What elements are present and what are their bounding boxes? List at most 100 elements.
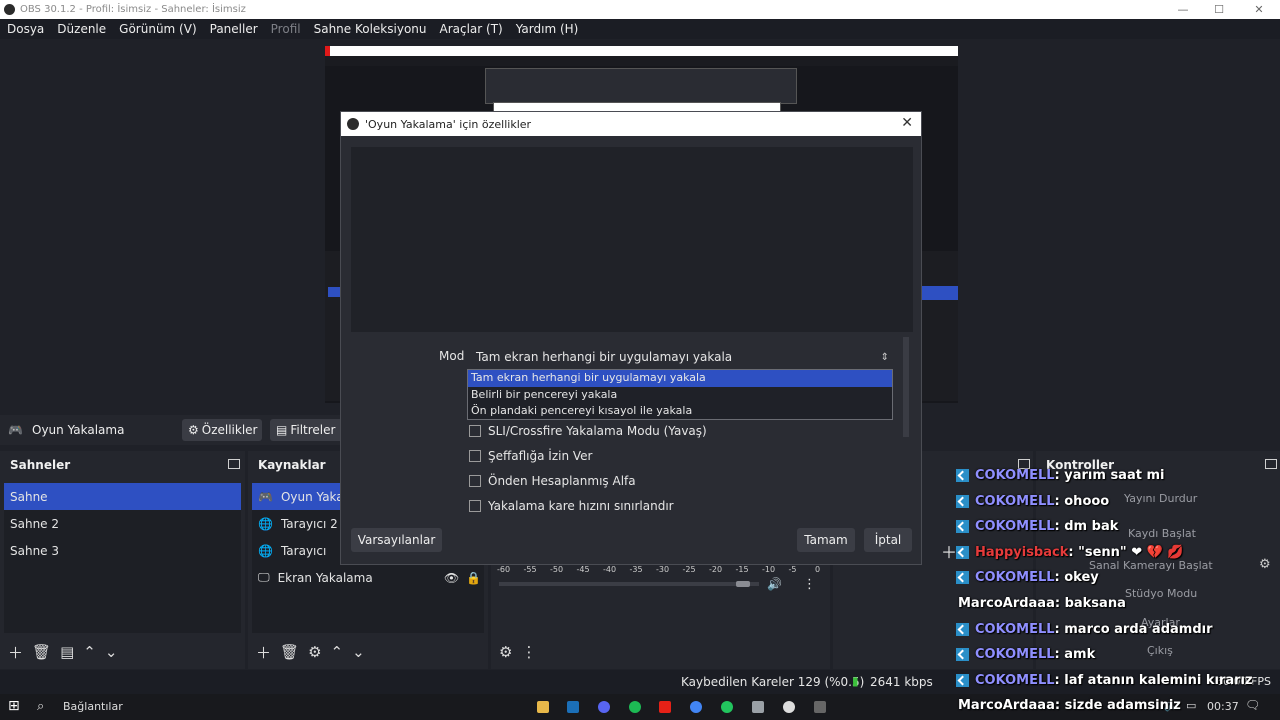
scene-item[interactable]: Sahne 2 xyxy=(4,510,241,537)
source-toolbar: 🎮 Oyun Yakalama ⚙ Özellikler ▤ Filtreler xyxy=(0,415,345,445)
menu-help[interactable]: Yardım (H) xyxy=(516,22,579,36)
checkbox-box[interactable] xyxy=(469,425,481,437)
add-icon[interactable]: ＋ xyxy=(8,642,23,663)
menu-docks[interactable]: Paneller xyxy=(210,22,258,36)
menu-edit[interactable]: Düzenle xyxy=(57,22,106,36)
minimize-button[interactable]: — xyxy=(1164,0,1202,19)
checkbox-label: Önden Hesaplanmış Alfa xyxy=(488,474,636,488)
lock-icon[interactable]: 🔒 xyxy=(466,571,481,585)
defaults-button[interactable]: Varsayılanlar xyxy=(351,528,442,552)
search-icon[interactable]: ⌕ xyxy=(37,699,44,714)
filter-icon[interactable]: ▤ xyxy=(60,643,74,661)
cancel-button[interactable]: İptal xyxy=(864,528,912,552)
title-bar: OBS 30.1.2 - Profil: İsimsiz - Sahneler:… xyxy=(0,0,1280,19)
close-icon[interactable]: ✕ xyxy=(901,115,913,131)
twitch-badge-icon xyxy=(956,545,969,559)
obs-logo-icon xyxy=(347,118,359,130)
chat-text: : yarım saat mi xyxy=(1054,468,1165,483)
premultiplied-alpha-checkbox[interactable]: Önden Hesaplanmış Alfa xyxy=(469,474,636,488)
chat-text: : sizde adamsiniz xyxy=(1054,698,1181,714)
ok-button[interactable]: Tamam xyxy=(797,528,855,552)
app-icon[interactable] xyxy=(814,701,826,713)
maximize-button[interactable]: ☐ xyxy=(1200,0,1238,19)
source-label: Tarayıcı xyxy=(280,543,327,558)
checkbox-box[interactable] xyxy=(469,475,481,487)
filters-label: Filtreler xyxy=(290,423,336,437)
dropped-frames: Kaybedilen Kareler 129 (%0.5) xyxy=(681,675,865,689)
menu-view[interactable]: Görünüm (V) xyxy=(119,22,196,36)
more-icon[interactable]: ⋮ xyxy=(521,643,536,661)
mode-dropdown-list: Tam ekran herhangi bir uygulamayı yakala… xyxy=(467,369,893,420)
spotify-icon[interactable] xyxy=(629,701,641,713)
mixer-tick-label: -35 xyxy=(629,565,643,574)
window-title: OBS 30.1.2 - Profil: İsimsiz - Sahneler:… xyxy=(20,4,246,15)
steam-icon[interactable] xyxy=(567,701,579,713)
scenes-list: Sahne Sahne 2 Sahne 3 xyxy=(4,483,241,633)
twitch-badge-icon xyxy=(956,571,969,585)
obs-taskbar-icon[interactable] xyxy=(783,701,795,713)
mode-option[interactable]: Tam ekran herhangi bir uygulamayı yakala xyxy=(468,370,892,387)
gear-icon[interactable]: ⚙ xyxy=(308,643,321,661)
chat-message: COKOMELL : yarım saat mi xyxy=(956,468,1164,483)
volume-slider[interactable] xyxy=(499,582,759,586)
mode-option[interactable]: Belirli bir pencereyi yakala xyxy=(468,387,892,404)
mode-option[interactable]: Ön plandaki pencereyi kısayol ile yakala xyxy=(468,403,892,420)
add-icon[interactable]: ＋ xyxy=(256,642,271,663)
discord-icon[interactable] xyxy=(598,701,610,713)
checkbox-box[interactable] xyxy=(469,500,481,512)
checkbox-box[interactable] xyxy=(469,450,481,462)
more-icon[interactable]: ⋮ xyxy=(803,577,816,592)
properties-button[interactable]: ⚙ Özellikler xyxy=(182,419,262,441)
chat-text: : baksana xyxy=(1054,596,1126,611)
mixer-tick-label: -20 xyxy=(709,565,723,574)
app-icon[interactable] xyxy=(721,701,733,713)
twitch-badge-icon xyxy=(956,520,969,534)
menu-scene-collection[interactable]: Sahne Koleksiyonu xyxy=(314,22,427,36)
youtube-icon[interactable] xyxy=(659,701,671,713)
chat-message: MarcoArdaaa : baksana xyxy=(958,596,1126,611)
gear-icon: ⚙ xyxy=(188,423,199,437)
eye-icon[interactable]: 👁 xyxy=(444,571,459,585)
mode-label: Mod xyxy=(439,349,465,363)
mode-select[interactable]: Tam ekran herhangi bir uygulamayı yakala… xyxy=(469,345,895,369)
trash-icon[interactable]: 🗑 xyxy=(32,643,51,661)
mixer-tick-label: -30 xyxy=(656,565,670,574)
monitor-icon: 🖵 xyxy=(258,570,270,584)
sli-crossfire-checkbox[interactable]: SLI/Crossfire Yakalama Modu (Yavaş) xyxy=(469,424,707,438)
folder-icon[interactable] xyxy=(537,701,549,713)
speaker-icon[interactable]: 🔊 xyxy=(767,577,782,591)
chat-username: COKOMELL xyxy=(975,672,1055,688)
chat-username: COKOMELL xyxy=(975,493,1055,509)
scene-item[interactable]: Sahne xyxy=(4,483,241,510)
close-button[interactable]: ✕ xyxy=(1240,0,1278,19)
scrollbar[interactable] xyxy=(903,337,909,437)
up-arrow-icon[interactable]: ⌃ xyxy=(331,643,344,661)
float-icon[interactable] xyxy=(228,459,240,469)
globe-icon: 🌐 xyxy=(258,516,273,531)
app-icon[interactable] xyxy=(752,701,764,713)
mixer-tick-label: -50 xyxy=(550,565,564,574)
mixer-tick-label: -15 xyxy=(735,565,749,574)
chat-message: MarcoArdaaa : sizde adamsiniz xyxy=(958,698,1181,713)
filters-button[interactable]: ▤ Filtreler xyxy=(270,419,345,441)
twitch-badge-icon xyxy=(956,622,969,636)
taskbar-search-label[interactable]: Bağlantılar xyxy=(63,700,123,713)
down-arrow-icon[interactable]: ⌄ xyxy=(352,643,365,661)
up-arrow-icon[interactable]: ⌃ xyxy=(83,643,96,661)
limit-capture-framerate-checkbox[interactable]: Yakalama kare hızını sınırlandır xyxy=(469,499,674,513)
down-arrow-icon[interactable]: ⌄ xyxy=(105,643,118,661)
menu-profile[interactable]: Profil xyxy=(271,22,301,36)
windows-start-icon[interactable]: ⊞ xyxy=(8,698,20,714)
menu-file[interactable]: Dosya xyxy=(7,22,44,36)
trash-icon[interactable]: 🗑 xyxy=(280,643,299,661)
menu-tools[interactable]: Araçlar (T) xyxy=(440,22,503,36)
scene-item[interactable]: Sahne 3 xyxy=(4,537,241,564)
nested-window xyxy=(485,68,797,104)
allow-transparency-checkbox[interactable]: Şeffaflığa İzin Ver xyxy=(469,449,592,463)
chrome-icon[interactable] xyxy=(690,701,702,713)
chat-username: MarcoArdaaa xyxy=(958,596,1055,611)
advanced-settings-icon[interactable]: ⚙ xyxy=(499,643,512,661)
source-item[interactable]: 🖵 Ekran Yakalama 👁 🔒 xyxy=(252,564,484,591)
volume-slider-handle[interactable] xyxy=(736,581,750,587)
properties-label: Özellikler xyxy=(201,423,258,437)
